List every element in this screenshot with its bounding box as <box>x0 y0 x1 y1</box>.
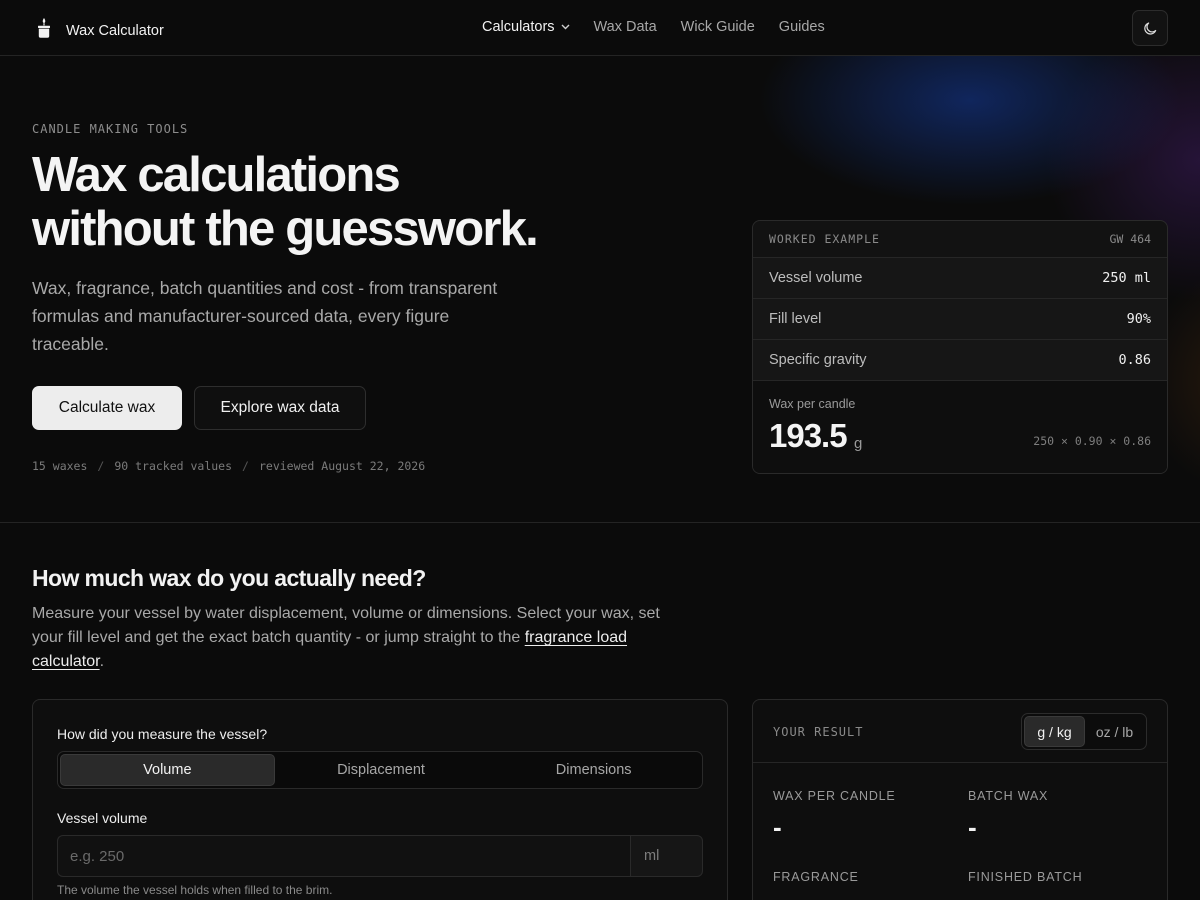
theme-toggle-button[interactable] <box>1132 10 1168 46</box>
calculator-form-card: How did you measure the vessel? Volume D… <box>32 699 728 900</box>
explore-wax-data-button[interactable]: Explore wax data <box>194 386 366 430</box>
brand-name: Wax Calculator <box>66 22 164 39</box>
result-card: YOUR RESULT g / kg oz / lb WAX PER CANDL… <box>752 699 1168 900</box>
hero-title-line-2: without the guesswork. <box>32 202 539 256</box>
example-row-specific-gravity: Specific gravity 0.86 <box>753 340 1167 381</box>
stat-tracked-values: 90 tracked values <box>114 459 233 473</box>
calculate-wax-button[interactable]: Calculate wax <box>32 386 182 430</box>
worked-example-card: WORKED EXAMPLE GW 464 Vessel volume 250 … <box>752 220 1168 474</box>
section-description: Measure your vessel by water displacemen… <box>32 602 692 674</box>
method-volume-tab[interactable]: Volume <box>60 754 275 786</box>
section-divider <box>0 522 1200 523</box>
wax-per-candle-value: - <box>773 812 782 842</box>
hero-title-line-1: Wax calculations <box>32 148 401 202</box>
stat-separator: / <box>242 459 249 473</box>
example-result-label: Wax per candle <box>769 397 856 411</box>
example-result-value: 193.5 <box>769 417 848 454</box>
nav-item-wax-data[interactable]: Wax Data <box>594 19 657 35</box>
vessel-volume-unit: ml <box>630 835 703 877</box>
example-header: WORKED EXAMPLE GW 464 <box>753 221 1167 258</box>
section-title: How much wax do you actually need? <box>32 565 426 591</box>
hero-eyebrow: CANDLE MAKING TOOLS <box>32 122 189 136</box>
vessel-volume-input[interactable] <box>57 835 630 877</box>
hero-stats: 15 waxes / 90 tracked values / reviewed Augu… <box>32 459 425 473</box>
method-dimensions-tab[interactable]: Dimensions <box>487 754 700 786</box>
example-result: Wax per candle 193.5 g 250 × 0.90 × 0.86 <box>753 381 1167 473</box>
example-label: WORKED EXAMPLE <box>769 232 880 246</box>
batch-wax-value: - <box>968 812 977 842</box>
result-title: YOUR RESULT <box>773 725 864 739</box>
example-row-value: 90% <box>1126 311 1151 327</box>
example-wax-code: GW 464 <box>1109 232 1151 246</box>
measure-method-selector: Volume Displacement Dimensions <box>57 751 703 789</box>
hero-subtitle: Wax, fragrance, batch quantities and cos… <box>32 278 498 354</box>
chevron-down-icon <box>561 24 570 30</box>
hero-title: Wax calculations without the guesswork. <box>32 148 672 256</box>
stat-waxes: 15 waxes <box>32 459 88 473</box>
measure-method-label: How did you measure the vessel? <box>57 726 268 742</box>
unit-imperial-button[interactable]: oz / lb <box>1085 716 1144 747</box>
wax-per-candle-label: WAX PER CANDLE <box>773 789 896 803</box>
example-formula: 250 × 0.90 × 0.86 <box>1033 434 1151 448</box>
example-row-value: 0.86 <box>1118 352 1151 368</box>
candle-logo-icon <box>34 17 54 44</box>
nav-item-label: Calculators <box>482 19 555 35</box>
example-row-fill-level: Fill level 90% <box>753 299 1167 340</box>
nav-item-guides[interactable]: Guides <box>779 19 825 35</box>
example-row-value: 250 ml <box>1102 270 1151 286</box>
batch-wax-label: BATCH WAX <box>968 789 1049 803</box>
vessel-volume-help: The volume the vessel holds when filled … <box>57 883 333 897</box>
vessel-volume-label: Vessel volume <box>57 810 148 826</box>
finished-batch-label: FINISHED BATCH <box>968 870 1083 884</box>
main-nav: Calculators Wax Data Wick Guide Guides <box>482 19 825 35</box>
stat-separator: / <box>97 459 105 473</box>
method-displacement-tab[interactable]: Displacement <box>275 754 488 786</box>
nav-item-wick-guide[interactable]: Wick Guide <box>681 19 755 35</box>
site-header: Wax Calculator Calculators Wax Data Wick… <box>0 0 1200 56</box>
unit-metric-button[interactable]: g / kg <box>1024 716 1085 747</box>
example-row-key: Specific gravity <box>769 352 867 368</box>
example-row-vessel-volume: Vessel volume 250 ml <box>753 258 1167 299</box>
example-result-unit: g <box>854 435 863 452</box>
section-description-end: . <box>99 653 105 670</box>
hero-section: CANDLE MAKING TOOLS Wax calculations wit… <box>32 56 732 522</box>
result-header: YOUR RESULT g / kg oz / lb <box>753 700 1167 763</box>
unit-toggle: g / kg oz / lb <box>1021 713 1147 750</box>
example-row-key: Vessel volume <box>769 270 863 286</box>
moon-icon <box>1143 21 1156 35</box>
brand-link[interactable]: Wax Calculator <box>34 17 164 44</box>
example-row-key: Fill level <box>769 311 822 327</box>
nav-item-calculators[interactable]: Calculators <box>482 19 570 35</box>
stat-reviewed: reviewed August 22, 2026 <box>258 459 426 473</box>
fragrance-label: FRAGRANCE <box>773 870 859 884</box>
